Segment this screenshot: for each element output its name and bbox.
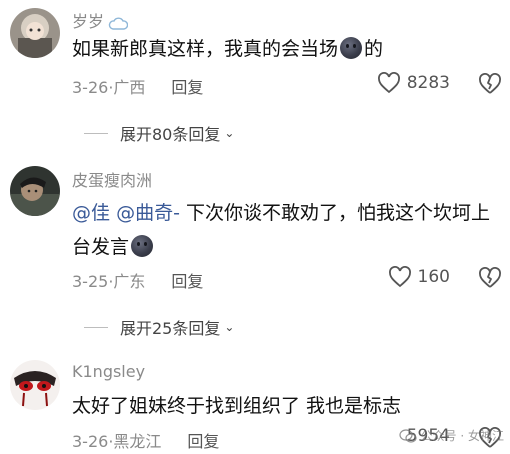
dark-face-emoji-icon xyxy=(131,235,154,257)
reply-button[interactable]: 回复 xyxy=(171,272,203,291)
comment-meta: 3-26·广西 回复 xyxy=(72,78,204,97)
chevron-down-icon: ⌄ xyxy=(224,126,235,140)
heart-outline-icon xyxy=(377,72,400,94)
username[interactable]: K1ngsley xyxy=(72,362,145,381)
comment-text: 太好了姐妹终于找到组织了 我也是标志 xyxy=(72,395,402,417)
comment-meta: 3-25·广东 回复 xyxy=(72,272,204,291)
avatar[interactable] xyxy=(10,360,60,410)
broken-heart-icon[interactable] xyxy=(478,73,502,95)
reply-button[interactable]: 回复 xyxy=(171,78,203,97)
watermark: 公众号 · 女神江 xyxy=(398,427,504,444)
like-button[interactable]: 160 xyxy=(388,266,450,288)
comment-meta: 3-26·黑龙江 回复 xyxy=(72,432,220,451)
username[interactable]: 岁岁 xyxy=(72,8,129,34)
expand-replies-button[interactable]: 展开25条回复 ⌄ xyxy=(0,315,510,339)
like-button[interactable]: 8283 xyxy=(377,72,450,94)
reply-button[interactable]: 回复 xyxy=(187,432,219,451)
divider-line xyxy=(84,326,108,328)
like-count: 8283 xyxy=(406,73,450,93)
comment-text: 如果新郎真这样，我真的会当场的 xyxy=(72,37,384,60)
chevron-down-icon: ⌄ xyxy=(224,320,235,334)
broken-heart-icon[interactable] xyxy=(478,267,502,289)
avatar[interactable] xyxy=(10,8,60,58)
divider-line xyxy=(84,132,108,134)
mention-link[interactable]: @佳 xyxy=(72,202,110,224)
like-count: 160 xyxy=(417,267,450,287)
avatar[interactable] xyxy=(10,166,60,216)
username[interactable]: 皮蛋瘦肉洲 xyxy=(72,167,152,191)
heart-outline-icon xyxy=(388,266,411,288)
mention-link[interactable]: @曲奇- xyxy=(116,202,180,224)
dark-face-emoji-icon xyxy=(340,37,363,59)
wechat-icon xyxy=(398,428,417,443)
expand-replies-button[interactable]: 展开80条回复 ⌄ xyxy=(0,121,510,145)
comment-text: @佳 @曲奇- 下次你谈不敢劝了，怕我这个坎坷上台发言 xyxy=(72,202,490,258)
